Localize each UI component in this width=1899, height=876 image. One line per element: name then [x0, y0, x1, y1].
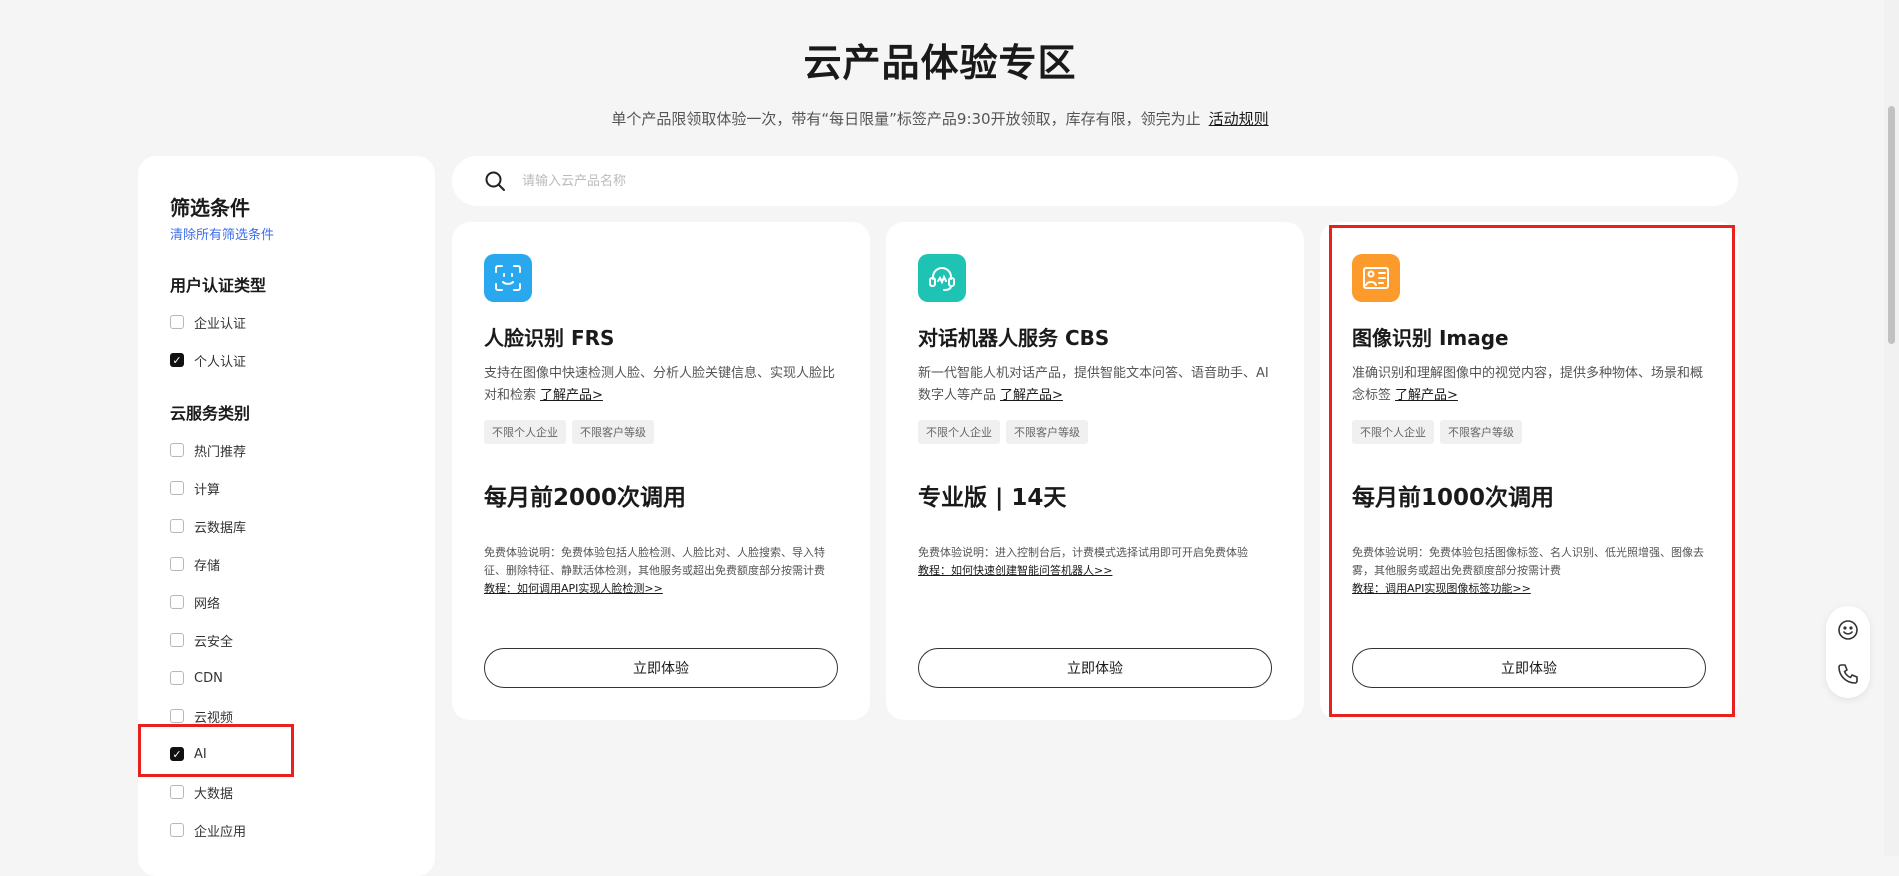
- offer-headline: 每月前2000次调用: [484, 485, 687, 511]
- checkbox-enterprise-apps[interactable]: [170, 823, 184, 837]
- option-label: 热门推荐: [194, 444, 247, 460]
- tag-list: 不限个人企业 不限客户等级: [918, 420, 1088, 444]
- search-input[interactable]: [520, 172, 1124, 190]
- learn-more-link[interactable]: 了解产品>: [1000, 388, 1063, 403]
- note-text: 免费体验说明：进入控制台后，计费模式选择试用即可开启免费体验: [918, 546, 1248, 559]
- tag-badge: 不限个人企业: [484, 420, 566, 444]
- ai-filter-highlight: [138, 724, 294, 777]
- option-label: 个人认证: [194, 354, 247, 370]
- page-subtitle: 单个产品限领取体验一次，带有“每日限量”标签产品9:30开放领取，库存有限，领完…: [0, 108, 1880, 129]
- checkbox-bigdata[interactable]: [170, 785, 184, 799]
- clear-filters-link[interactable]: 清除所有筛选条件: [170, 224, 274, 243]
- search-icon: [485, 171, 505, 191]
- filter-option-security[interactable]: 云安全: [170, 629, 233, 651]
- filter-option-database[interactable]: 云数据库: [170, 515, 246, 537]
- tag-list: 不限个人企业 不限客户等级: [484, 420, 654, 444]
- checkbox-hot[interactable]: [170, 443, 184, 457]
- tag-badge: 不限客户等级: [572, 420, 654, 444]
- trial-note: 免费体验说明：进入控制台后，计费模式选择试用即可开启免费体验教程：如何快速创建智…: [918, 544, 1276, 580]
- tag-badge: 不限客户等级: [1006, 420, 1088, 444]
- image-card-highlight: [1329, 225, 1735, 717]
- page-header: 云产品体验专区 单个产品限领取体验一次，带有“每日限量”标签产品9:30开放领取…: [0, 38, 1880, 129]
- auth-type-heading: 用户认证类型: [170, 276, 267, 295]
- filter-option-enterprise-auth[interactable]: 企业认证: [170, 311, 246, 333]
- option-label: 云安全: [194, 634, 234, 650]
- checkbox-personal-auth[interactable]: ✓: [170, 353, 184, 367]
- note-text: 免费体验说明：免费体验包括人脸检测、人脸比对、人脸搜索、导入特征、删除特征、静默…: [484, 546, 825, 577]
- product-description: 新一代智能人机对话产品，提供智能文本问答、语音助手、AI数字人等产品 了解产品>: [918, 363, 1276, 407]
- option-label: 网络: [194, 596, 221, 612]
- tag-badge: 不限个人企业: [918, 420, 1000, 444]
- option-label: CDN: [194, 670, 223, 686]
- filter-option-bigdata[interactable]: 大数据: [170, 781, 233, 803]
- tutorial-link[interactable]: 教程：如何快速创建智能问答机器人>>: [918, 562, 1276, 580]
- chatbot-headset-icon: [918, 254, 966, 302]
- floating-help-panel: [1826, 606, 1870, 698]
- filter-option-enterprise-apps[interactable]: 企业应用: [170, 819, 246, 841]
- checkbox-storage[interactable]: [170, 557, 184, 571]
- product-name: 人脸识别 FRS: [484, 326, 615, 350]
- description-text: 支持在图像中快速检测人脸、分析人脸关键信息、实现人脸比对和检索: [484, 366, 836, 403]
- filter-option-storage[interactable]: 存储: [170, 553, 220, 575]
- trial-note: 免费体验说明：免费体验包括人脸检测、人脸比对、人脸搜索、导入特征、删除特征、静默…: [484, 544, 842, 598]
- subtitle-text: 单个产品限领取体验一次，带有“每日限量”标签产品9:30开放领取，库存有限，领完…: [611, 110, 1201, 128]
- filter-title: 筛选条件: [170, 196, 250, 220]
- checkbox-security[interactable]: [170, 633, 184, 647]
- product-card-frs: 人脸识别 FRS 支持在图像中快速检测人脸、分析人脸关键信息、实现人脸比对和检索…: [452, 222, 870, 720]
- page-title: 云产品体验专区: [803, 41, 1077, 85]
- checkbox-video[interactable]: [170, 709, 184, 723]
- page-scrollbar[interactable]: [1884, 0, 1899, 856]
- option-label: 企业认证: [194, 316, 247, 332]
- checkbox-database[interactable]: [170, 519, 184, 533]
- option-label: 云数据库: [194, 520, 247, 536]
- description-text: 新一代智能人机对话产品，提供智能文本问答、语音助手、AI数字人等产品: [918, 366, 1269, 403]
- filter-option-hot[interactable]: 热门推荐: [170, 439, 246, 461]
- face-scan-icon: [484, 254, 532, 302]
- option-label: 云视频: [194, 710, 234, 726]
- offer-headline: 专业版 | 14天: [918, 485, 1067, 511]
- checkbox-compute[interactable]: [170, 481, 184, 495]
- try-now-button[interactable]: 立即体验: [484, 648, 838, 688]
- filter-option-cdn[interactable]: CDN: [170, 667, 223, 689]
- product-card-cbs: 对话机器人服务 CBS 新一代智能人机对话产品，提供智能文本问答、语音助手、AI…: [886, 222, 1304, 720]
- rules-link[interactable]: 活动规则: [1209, 110, 1269, 128]
- checkbox-enterprise-auth[interactable]: [170, 315, 184, 329]
- filter-option-compute[interactable]: 计算: [170, 477, 220, 499]
- phone-icon[interactable]: [1836, 662, 1860, 686]
- service-category-heading: 云服务类别: [170, 404, 251, 423]
- option-label: 企业应用: [194, 824, 247, 840]
- product-search-bar: [452, 156, 1738, 206]
- product-name: 对话机器人服务 CBS: [918, 326, 1110, 350]
- product-description: 支持在图像中快速检测人脸、分析人脸关键信息、实现人脸比对和检索 了解产品>: [484, 363, 842, 407]
- option-label: 大数据: [194, 786, 234, 802]
- learn-more-link[interactable]: 了解产品>: [540, 388, 603, 403]
- option-label: 存储: [194, 558, 221, 574]
- scrollbar-thumb[interactable]: [1888, 106, 1895, 344]
- option-label: 计算: [194, 482, 221, 498]
- try-now-button[interactable]: 立即体验: [918, 648, 1272, 688]
- filter-option-personal-auth[interactable]: ✓ 个人认证: [170, 349, 246, 371]
- checkbox-network[interactable]: [170, 595, 184, 609]
- smiley-icon[interactable]: [1836, 618, 1860, 642]
- tutorial-link[interactable]: 教程：如何调用API实现人脸检测>>: [484, 580, 842, 598]
- checkbox-cdn[interactable]: [170, 671, 184, 685]
- filter-option-network[interactable]: 网络: [170, 591, 220, 613]
